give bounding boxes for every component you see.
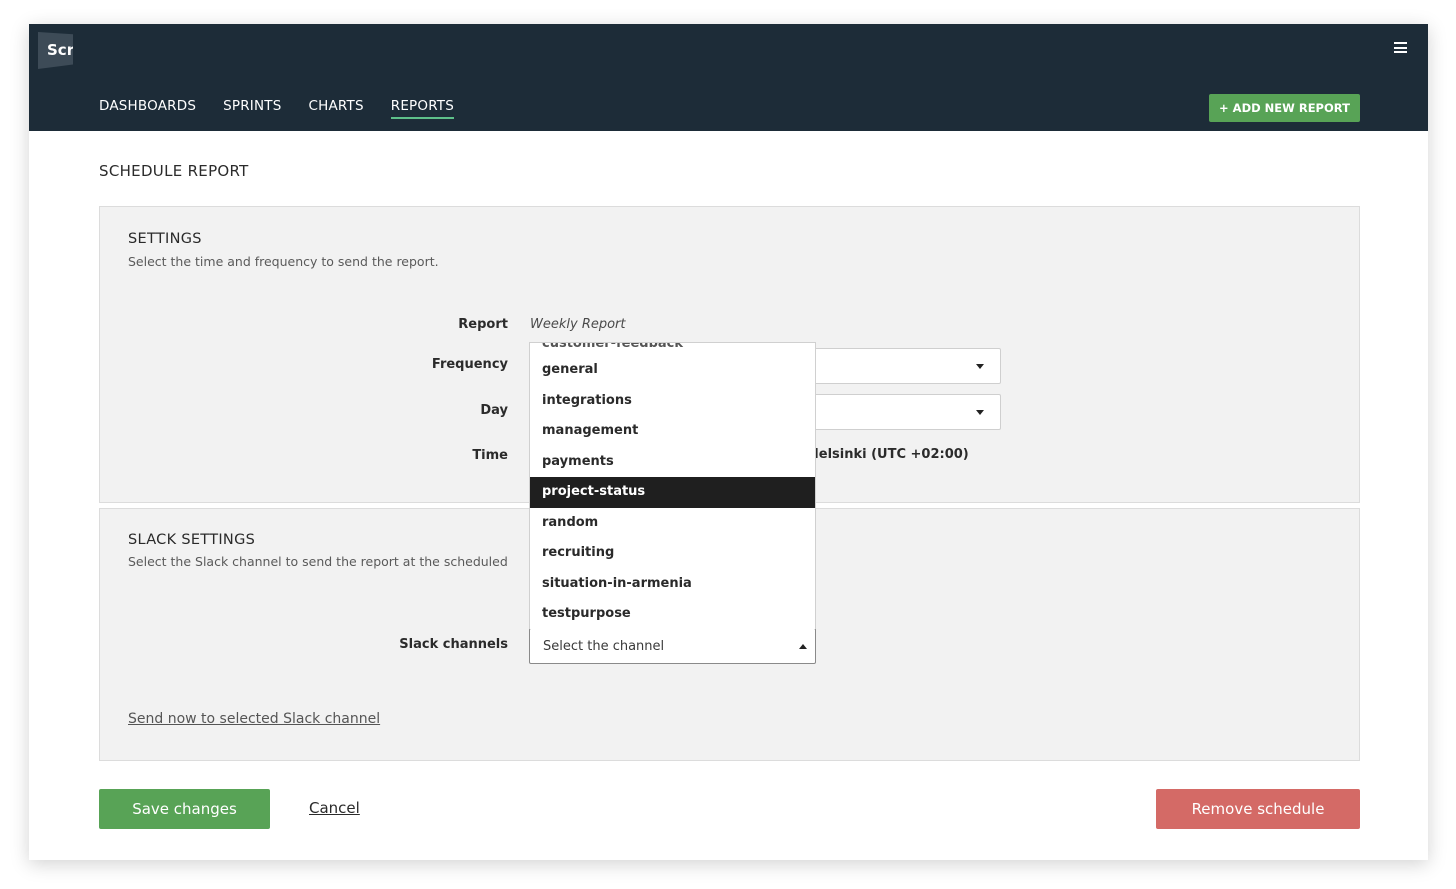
dropdown-option[interactable]: testpurpose [530,599,815,629]
page-title: SCHEDULE REPORT [99,162,249,180]
app-logo[interactable]: Scr [38,32,73,69]
frequency-label: Frequency [431,357,508,372]
slack-settings-subtitle: Select the Slack channel to send the rep… [128,554,508,569]
day-label: Day [480,403,508,418]
add-new-report-button[interactable]: + ADD NEW REPORT [1209,94,1360,122]
save-changes-button[interactable]: Save changes [99,789,270,829]
channel-placeholder: Select the channel [543,639,665,654]
settings-title: SETTINGS [128,231,202,247]
nav-charts[interactable]: CHARTS [309,98,364,119]
nav-reports[interactable]: REPORTS [390,98,455,119]
remove-schedule-button[interactable]: Remove schedule [1156,789,1360,829]
hamburger-menu-icon[interactable] [1394,42,1407,53]
slack-settings-title: SLACK SETTINGS [128,532,256,548]
top-navbar: Scr DASHBOARDS SPRINTS CHARTS REPORTS + … [29,24,1428,131]
dropdown-option[interactable]: random [530,508,815,539]
dropdown-option[interactable]: situation-in-armenia [530,569,815,600]
dropdown-option[interactable]: management [530,416,815,447]
nav-dashboards[interactable]: DASHBOARDS [99,98,196,119]
time-label: Time [472,448,508,463]
report-label: Report [458,317,508,332]
chevron-down-icon [976,364,984,369]
app-window: Scr DASHBOARDS SPRINTS CHARTS REPORTS + … [29,24,1428,860]
slack-channel-dropdown[interactable]: customer-feedback general integrations m… [529,342,816,629]
slack-channels-label: Slack channels [399,637,508,652]
report-value: Weekly Report [530,317,626,332]
settings-subtitle: Select the time and frequency to send th… [128,254,439,269]
dropdown-option[interactable]: integrations [530,386,815,417]
send-now-link[interactable]: Send now to selected Slack channel [128,711,380,727]
chevron-down-icon [976,410,984,415]
main-nav: DASHBOARDS SPRINTS CHARTS REPORTS [99,98,481,119]
nav-sprints[interactable]: SPRINTS [223,98,281,119]
dropdown-option[interactable]: general [530,355,815,386]
slack-channel-select[interactable]: Select the channel [529,628,816,664]
dropdown-option-highlighted[interactable]: project-status [530,477,815,508]
cancel-link[interactable]: Cancel [309,799,360,817]
dropdown-option[interactable]: customer-feedback [530,343,815,355]
chevron-up-icon [799,644,807,649]
dropdown-option[interactable]: payments [530,447,815,478]
dropdown-option[interactable]: recruiting [530,538,815,569]
